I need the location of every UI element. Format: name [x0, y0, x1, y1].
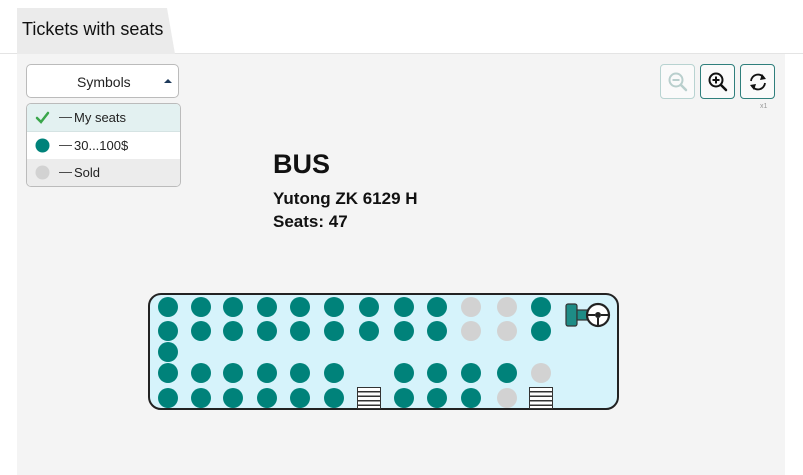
zoom-out-icon [668, 72, 688, 92]
seat-available[interactable] [290, 297, 310, 317]
seat-available[interactable] [359, 297, 379, 317]
seat-available[interactable] [223, 297, 243, 317]
seat-available[interactable] [394, 388, 414, 408]
seat-available[interactable] [257, 297, 277, 317]
seat-sold [497, 321, 517, 341]
seat-available[interactable] [531, 297, 551, 317]
symbols-legend: — My seats — 30...100$ — Sold [26, 103, 181, 187]
checkmark-icon [35, 111, 50, 124]
seat-available[interactable] [257, 363, 277, 383]
seat-available[interactable] [257, 388, 277, 408]
seat-available[interactable] [290, 321, 310, 341]
seat-available[interactable] [158, 388, 178, 408]
tab-label: Tickets with seats [22, 19, 164, 39]
seat-available[interactable] [531, 321, 551, 341]
legend-dash: — [59, 109, 72, 124]
seat-available[interactable] [290, 388, 310, 408]
vehicle-seat-count: Seats: 47 [273, 212, 348, 231]
reset-view-button[interactable] [740, 64, 775, 99]
caret-up-icon [164, 79, 172, 83]
legend-dash: — [59, 137, 72, 152]
legend-item-my-seats: — My seats [27, 104, 180, 132]
sold-seat-icon [35, 165, 50, 180]
steering-wheel-icon [565, 302, 611, 328]
seat-available[interactable] [359, 321, 379, 341]
symbols-label: Symbols [77, 74, 131, 90]
symbols-dropdown[interactable]: Symbols [26, 64, 179, 98]
seat-available[interactable] [324, 363, 344, 383]
seat-available[interactable] [324, 321, 344, 341]
vehicle-type-heading: BUS [273, 149, 331, 179]
tab-tickets-with-seats[interactable]: Tickets with seats [17, 8, 175, 54]
zoom-out-button[interactable] [660, 64, 695, 99]
seat-sold [531, 363, 551, 383]
seat-available[interactable] [461, 388, 481, 408]
seat-available[interactable] [324, 297, 344, 317]
seat-sold [461, 321, 481, 341]
seat-available[interactable] [158, 297, 178, 317]
seat-available[interactable] [223, 388, 243, 408]
seat-available[interactable] [461, 363, 481, 383]
seat-available[interactable] [427, 321, 447, 341]
seat-sold [497, 297, 517, 317]
legend-dash: — [59, 164, 72, 179]
seat-sold [461, 297, 481, 317]
legend-label: My seats [74, 110, 127, 125]
available-seat-icon [35, 138, 50, 153]
seat-available[interactable] [191, 297, 211, 317]
legend-label: 30...100$ [74, 138, 129, 153]
seat-available[interactable] [427, 297, 447, 317]
legend-item-sold: — Sold [27, 159, 180, 186]
seat-available[interactable] [324, 388, 344, 408]
seat-available[interactable] [427, 363, 447, 383]
seat-available[interactable] [394, 321, 414, 341]
seat-available[interactable] [223, 363, 243, 383]
seat-available[interactable] [191, 321, 211, 341]
seat-sold [497, 388, 517, 408]
seat-available[interactable] [191, 363, 211, 383]
seat-available[interactable] [191, 388, 211, 408]
seat-available[interactable] [290, 363, 310, 383]
zoom-in-button[interactable] [700, 64, 735, 99]
seat-available[interactable] [223, 321, 243, 341]
refresh-icon [750, 73, 766, 91]
seat-available[interactable] [427, 388, 447, 408]
seat-available[interactable] [158, 321, 178, 341]
seat-available[interactable] [158, 342, 178, 362]
seat-available[interactable] [497, 363, 517, 383]
seat-available[interactable] [394, 363, 414, 383]
seat-available[interactable] [394, 297, 414, 317]
legend-label: Sold [74, 165, 101, 180]
legend-item-price: — 30...100$ [27, 132, 180, 159]
zoom-in-icon [708, 72, 728, 92]
seat-available[interactable] [257, 321, 277, 341]
zoom-level-indicator: x1 [760, 103, 768, 110]
vehicle-model: Yutong ZK 6129 H [273, 189, 418, 208]
seat-available[interactable] [158, 363, 178, 383]
tab-bar: Tickets with seats [0, 0, 803, 54]
